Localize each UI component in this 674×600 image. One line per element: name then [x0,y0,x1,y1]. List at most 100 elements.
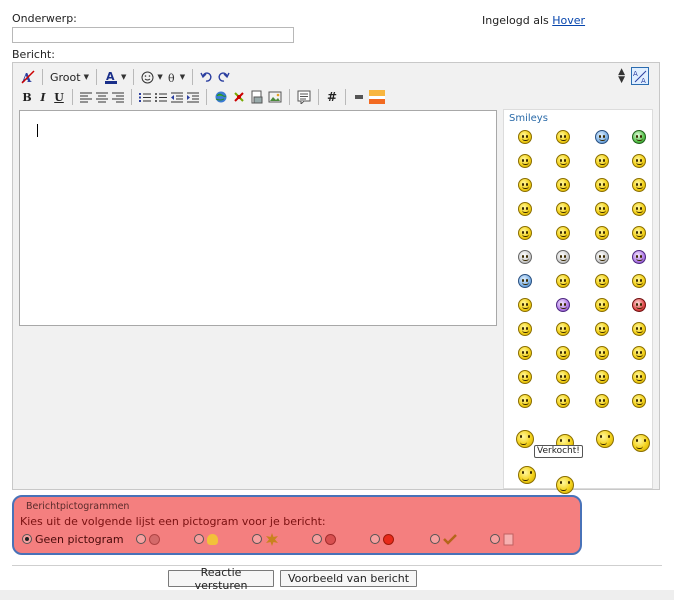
smiley-applause-icon[interactable] [556,154,570,168]
smiley-sunny-icon[interactable] [595,202,609,216]
smiley-alien-green-icon[interactable] [632,130,646,144]
insert-document-icon[interactable] [248,88,266,106]
quote-icon[interactable] [295,88,313,106]
smiley-angry-icon[interactable] [518,178,532,192]
smiley-ghost-icon[interactable] [518,250,532,264]
smiley-grin-icon[interactable] [632,226,646,240]
outdent-icon[interactable] [169,88,185,106]
smiley-drool-icon[interactable] [518,346,532,360]
smiley-red-devil-icon[interactable] [632,298,646,312]
italic-button[interactable]: I [35,88,51,106]
smiley-speechless-icon[interactable] [556,394,570,408]
source-mode-icon[interactable]: AA [631,67,649,85]
login-user-link[interactable]: Hover [552,14,585,27]
smiley-smile-icon[interactable] [518,130,532,144]
smiley-photo-icon[interactable] [632,346,646,360]
radio-icon[interactable] [370,534,380,544]
smiley-graduate-icon[interactable] [632,394,646,408]
special-char-button[interactable]: θ ▼ [165,68,187,86]
unordered-list-icon[interactable] [153,88,169,106]
insert-link-icon[interactable] [212,88,230,106]
smiley-purple-grin-icon[interactable] [632,250,646,264]
radio-icon[interactable] [252,534,262,544]
radio-icon[interactable] [490,534,500,544]
insert-image-icon[interactable] [266,88,284,106]
smiley-fork-icon[interactable] [556,178,570,192]
radio-icon[interactable] [312,534,322,544]
smiley-beard-icon[interactable] [556,226,570,240]
radio-icon[interactable] [430,534,440,544]
smiley-confused-icon[interactable] [556,346,570,360]
smiley-laugh-icon[interactable] [556,130,570,144]
sunset-image-icon[interactable] [367,88,387,106]
smiley-pirate-icon[interactable] [595,250,609,264]
smiley-sombrero-icon[interactable] [595,394,609,408]
pictogram-option-none[interactable]: Geen pictogram [22,531,124,547]
smiley-gardener-icon[interactable] [516,430,534,448]
pictogram-option-document[interactable] [490,531,514,547]
smiley-angel-icon[interactable] [556,202,570,216]
radio-selected-icon[interactable] [22,534,32,544]
pictogram-option-check[interactable] [430,531,457,547]
smiley-sleepy-icon[interactable] [556,322,570,336]
pictogram-option-info[interactable] [312,531,336,547]
smiley-coffee-icon[interactable] [556,370,570,384]
smiley-pacman-icon[interactable] [518,322,532,336]
smiley-pint-icon[interactable] [632,370,646,384]
pictogram-option-burst[interactable] [252,531,279,547]
smiley-cool-blue-icon[interactable] [595,130,609,144]
ordered-list-icon[interactable] [137,88,153,106]
smiley-happy-icon[interactable] [556,274,570,288]
bold-button[interactable]: B [19,88,35,106]
preview-button[interactable]: Voorbeeld van bericht [280,570,417,587]
emoticon-menu-button[interactable]: ▼ [139,68,164,86]
radio-icon[interactable] [136,534,146,544]
smiley-cold-icon[interactable] [595,322,609,336]
smiley-devil-icon[interactable] [595,226,609,240]
align-left-icon[interactable] [78,88,94,106]
hr-icon[interactable] [351,88,367,106]
underline-button[interactable]: U [51,88,67,106]
message-textarea[interactable] [19,110,497,326]
smiley-grimace-icon[interactable] [632,322,646,336]
smiley-police-icon[interactable] [518,370,532,384]
pictogram-option-alert[interactable] [370,531,394,547]
font-size-dropdown[interactable]: Groot ▼ [48,68,91,86]
smiley-blush-icon[interactable] [595,178,609,192]
submit-reply-button[interactable]: Reactie versturen [168,566,274,592]
remove-link-icon[interactable] [230,88,248,106]
smiley-eyebrow-icon[interactable] [518,298,532,312]
redo-icon[interactable] [215,68,232,86]
resize-toggle-icon[interactable]: ▲ ▼ [618,68,625,85]
smiley-blind-icon[interactable] [595,346,609,360]
smiley-crown-icon[interactable] [518,226,532,240]
smiley-sold-icon[interactable] [556,476,574,494]
smiley-wave-icon[interactable] [595,298,609,312]
smiley-wink-icon[interactable] [595,274,609,288]
pictogram-option-question[interactable] [136,531,160,547]
smiley-spider-icon[interactable] [632,434,650,452]
smiley-skull-icon[interactable] [556,250,570,264]
smiley-dizzy-icon[interactable] [632,178,646,192]
subject-input[interactable] [12,27,294,43]
smiley-in-love-icon[interactable] [632,154,646,168]
remove-format-icon[interactable]: A [19,68,37,86]
smiley-content-icon[interactable] [632,274,646,288]
hashtag-button[interactable]: # [324,88,340,106]
font-color-button[interactable]: A ▼ [102,68,128,86]
smiley-sad-icon[interactable] [518,274,532,288]
align-right-icon[interactable] [110,88,126,106]
smiley-sunglasses-icon[interactable] [518,154,532,168]
smiley-party-icon[interactable] [632,202,646,216]
undo-icon[interactable] [198,68,215,86]
smiley-purple-laugh-icon[interactable] [556,298,570,312]
smiley-thinking-icon[interactable] [518,202,532,216]
smiley-tennis-icon[interactable] [518,466,536,484]
align-center-icon[interactable] [94,88,110,106]
radio-icon[interactable] [194,534,204,544]
smiley-hug-icon[interactable] [595,154,609,168]
smiley-shy-icon[interactable] [595,370,609,384]
indent-icon[interactable] [185,88,201,106]
smiley-mustache-icon[interactable] [518,394,532,408]
pictogram-option-idea[interactable] [194,531,218,547]
